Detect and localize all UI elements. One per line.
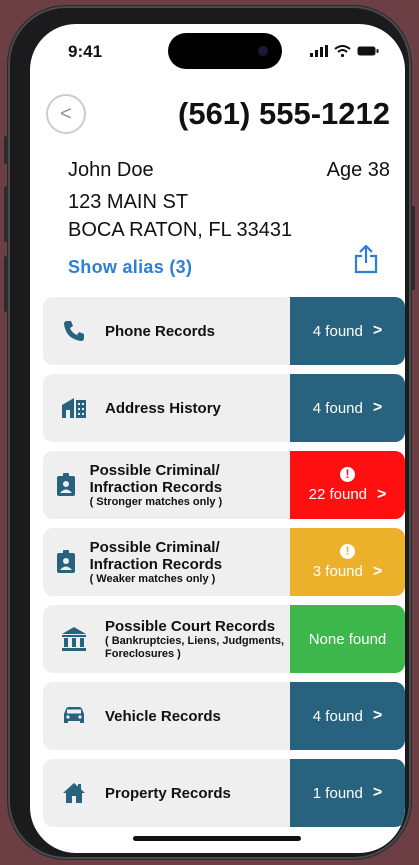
record-count: 4 found: [312, 707, 363, 725]
record-card-address[interactable]: Address History 4 found >: [43, 374, 405, 442]
record-subtitle: ( Weaker matches only ): [89, 572, 216, 585]
chevron-right-icon: >: [372, 399, 383, 416]
record-status: 4 found >: [290, 297, 405, 365]
record-title: Phone Records: [105, 322, 216, 340]
device-volume-down: [4, 256, 8, 312]
show-alias-link[interactable]: Show alias (3): [68, 257, 192, 278]
phone-icon: [64, 321, 84, 341]
back-button[interactable]: <: [46, 94, 86, 134]
record-status: 4 found >: [290, 374, 405, 442]
record-subtitle: ( Stronger matches only ): [89, 495, 223, 508]
badge-icon: [57, 473, 76, 496]
record-card-criminal-strong[interactable]: Possible Criminal/ Infraction Records ( …: [43, 451, 405, 519]
home-indicator[interactable]: [133, 836, 301, 841]
device-mute-switch: [4, 136, 8, 164]
record-card-property[interactable]: Property Records 1 found >: [43, 759, 405, 827]
person-age: Age 38: [326, 159, 390, 181]
record-status: 4 found >: [290, 682, 405, 750]
battery-icon: [357, 46, 379, 56]
record-count: 4 found: [312, 322, 363, 340]
record-title: Vehicle Records: [105, 707, 221, 725]
wifi-icon: [334, 45, 351, 57]
car-icon: [64, 707, 84, 723]
record-count: 4 found: [312, 399, 363, 417]
record-count: None found: [308, 630, 387, 648]
device-frame: 9:41 < (561) 555-1212 John Doe Age 38 12…: [4, 6, 415, 859]
building-icon: [62, 398, 86, 418]
status-icons: [310, 45, 379, 57]
record-status: 1 found >: [290, 759, 405, 827]
device-volume-up: [4, 186, 8, 242]
record-card-vehicle[interactable]: Vehicle Records 4 found >: [43, 682, 405, 750]
badge-icon: [57, 550, 76, 573]
camera-icon: [258, 46, 268, 56]
status-time: 9:41: [68, 42, 103, 61]
record-title: Possible Criminal/ Infraction Records: [89, 461, 223, 496]
address-line-2: BOCA RATON, FL 33431: [68, 219, 293, 241]
person-name: John Doe: [68, 159, 154, 181]
page-title: (561) 555-1212: [178, 96, 390, 131]
address-line-1: 123 MAIN ST: [68, 191, 189, 213]
record-title: Possible Criminal/ Infraction Records: [89, 538, 223, 573]
record-card-phone[interactable]: Phone Records 4 found >: [43, 297, 405, 365]
record-status: ! 3 found >: [290, 528, 405, 596]
house-icon: [63, 783, 85, 803]
chevron-right-icon: >: [372, 562, 383, 580]
record-card-court[interactable]: Possible Court Records ( Bankruptcies, L…: [43, 605, 405, 673]
share-icon[interactable]: [353, 244, 379, 274]
device-power-button: [411, 206, 415, 290]
chevron-right-icon: >: [377, 485, 387, 503]
alert-icon: !: [340, 466, 355, 482]
signal-icon: [310, 45, 328, 57]
courthouse-icon: [62, 627, 86, 651]
record-subtitle: ( Bankruptcies, Liens, Judgments, Forecl…: [105, 634, 285, 660]
record-card-criminal-weak[interactable]: Possible Criminal/ Infraction Records ( …: [43, 528, 405, 596]
record-title: Address History: [105, 399, 221, 417]
chevron-left-icon: <: [60, 102, 72, 125]
record-status: ! 22 found >: [290, 451, 405, 519]
record-title: Property Records: [105, 784, 231, 802]
record-count: 22 found: [308, 486, 368, 503]
record-status: None found: [290, 605, 405, 673]
alert-icon: !: [340, 543, 355, 559]
chevron-right-icon: >: [372, 707, 383, 724]
record-title: Possible Court Records: [105, 617, 276, 635]
chevron-right-icon: >: [372, 784, 383, 801]
app-screen: 9:41 < (561) 555-1212 John Doe Age 38 12…: [30, 24, 405, 853]
chevron-right-icon: >: [372, 322, 383, 339]
record-count: 1 found: [312, 784, 363, 802]
dynamic-island: [168, 33, 282, 69]
record-count: 3 found: [312, 563, 363, 580]
